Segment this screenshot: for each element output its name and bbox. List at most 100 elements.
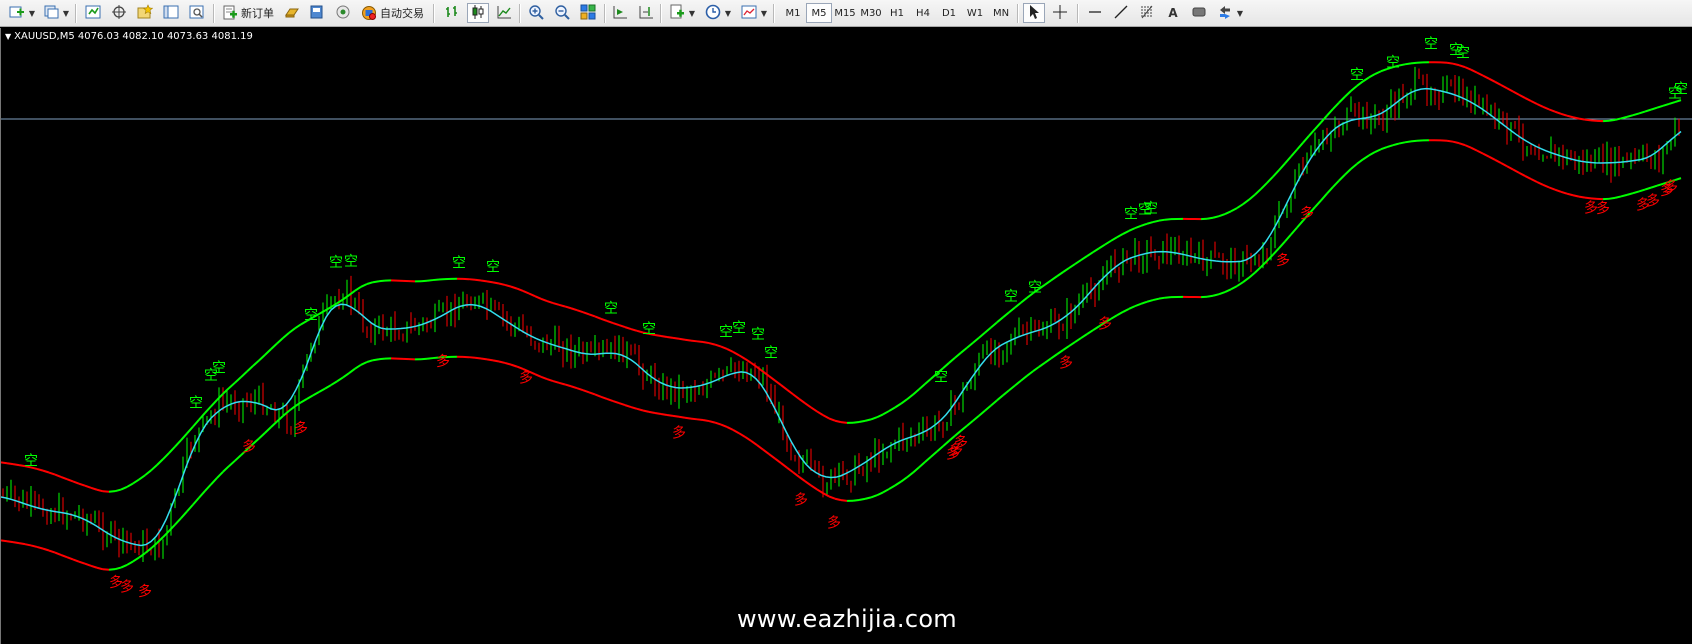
zoom-in-button[interactable]: [525, 3, 547, 23]
signals-button[interactable]: [332, 3, 354, 23]
arrows-tool-button[interactable]: [1214, 3, 1236, 23]
cursor-tool-button[interactable]: [1023, 3, 1045, 23]
periods-button[interactable]: [702, 3, 724, 23]
chart-shift-button[interactable]: [635, 3, 657, 23]
arrows-dropdown[interactable]: ▼: [1236, 3, 1244, 23]
lower-band-line: [1476, 149, 1484, 155]
vertical-line-tool-button[interactable]: [1084, 3, 1106, 23]
upper-band-line: [474, 278, 482, 282]
buy-signal-label: 多: [436, 353, 450, 370]
templates-button[interactable]: [738, 3, 760, 23]
timeframe-d1-button[interactable]: D1: [936, 3, 962, 23]
upper-band-line: [900, 398, 908, 405]
tile-windows-button[interactable]: [577, 3, 599, 23]
auto-scroll-button[interactable]: [609, 3, 631, 23]
crosshair-icon: [1052, 4, 1068, 23]
strategy-tester-button[interactable]: [186, 3, 208, 23]
lower-band-line: [330, 380, 338, 386]
upper-band-line: [732, 351, 740, 357]
lower-band-line: [186, 503, 194, 513]
lower-band-line: [1278, 240, 1286, 249]
sell-signal-label: 空: [344, 254, 358, 270]
upper-band-line: [1296, 142, 1304, 151]
lower-band-line: [972, 414, 980, 422]
timeframe-h4-button[interactable]: H4: [910, 3, 936, 23]
templates-dropdown[interactable]: ▼: [760, 3, 768, 23]
lower-band-line: [1374, 148, 1382, 153]
line-chart-icon: [496, 4, 512, 23]
indicators-button[interactable]: [666, 3, 688, 23]
upper-band-line: [570, 307, 578, 312]
lower-band-line: [768, 453, 776, 460]
lower-band-line: [108, 568, 116, 571]
zoom-out-button[interactable]: [551, 3, 573, 23]
bar-chart-button[interactable]: [441, 3, 463, 23]
lower-band-line: [564, 383, 572, 388]
toolbar-separator: [1077, 4, 1079, 23]
new-chart-button[interactable]: [6, 3, 28, 23]
lower-band-line: [1242, 276, 1250, 284]
price-chart-area[interactable]: ▼ XAUUSD,M5 4076.03 4082.10 4073.63 4081.…: [0, 28, 1692, 644]
upper-band-line: [1236, 203, 1244, 209]
lower-band-line: [1134, 302, 1142, 308]
timeframe-mn-button[interactable]: MN: [988, 3, 1014, 23]
timeframe-h1-button[interactable]: H1: [884, 3, 910, 23]
upper-band-line: [1254, 188, 1262, 196]
history-center-button[interactable]: [281, 3, 303, 23]
upper-band-line: [1044, 279, 1052, 286]
fibonacci-tool-button[interactable]: [1136, 3, 1158, 23]
periods-dropdown[interactable]: ▼: [724, 3, 732, 23]
data-window-button[interactable]: [108, 3, 130, 23]
upper-band-line: [1656, 104, 1664, 109]
upper-band-line: [954, 351, 962, 359]
buy-signal-label: 多: [1664, 178, 1678, 195]
lower-band-line: [840, 499, 848, 502]
timeframe-m1-button[interactable]: M1: [780, 3, 806, 23]
upper-band-line: [132, 478, 140, 485]
lower-band-line: [546, 378, 554, 383]
upper-band-line: [426, 279, 434, 282]
navigator-button[interactable]: [134, 3, 156, 23]
new-chart-dropdown[interactable]: ▼: [28, 3, 36, 23]
candlestick-chart-button[interactable]: [467, 3, 489, 23]
lower-band-line: [1524, 175, 1532, 180]
upper-band-line: [1626, 114, 1634, 118]
upper-band-line: [540, 297, 548, 303]
lower-band-line: [48, 549, 56, 554]
lower-band-line: [480, 357, 488, 361]
line-chart-button[interactable]: [493, 3, 515, 23]
metaeditor-button[interactable]: [306, 3, 328, 23]
upper-band-line: [1506, 87, 1514, 93]
lower-band-line: [1458, 142, 1466, 147]
signal-broadcast-icon: [335, 4, 351, 23]
label-tool-button[interactable]: [1188, 3, 1210, 23]
upper-band-line: [558, 303, 566, 308]
market-watch-button[interactable]: [82, 3, 104, 23]
upper-band-line: [1158, 218, 1166, 222]
timeframe-w1-button[interactable]: W1: [962, 3, 988, 23]
upper-band-line: [1284, 155, 1292, 165]
timeframe-m15-button[interactable]: M15: [832, 3, 858, 23]
trend-line-tool-button[interactable]: [1110, 3, 1132, 23]
lower-band-line: [960, 424, 968, 432]
profiles-button[interactable]: [40, 3, 62, 23]
timeframe-m30-button[interactable]: M30: [858, 3, 884, 23]
text-tool-button[interactable]: A: [1162, 3, 1184, 23]
profiles-dropdown[interactable]: ▼: [62, 3, 70, 23]
lower-band-line: [426, 357, 434, 360]
upper-band-line: [1230, 207, 1238, 213]
indicators-dropdown[interactable]: ▼: [688, 3, 696, 23]
upper-band-line: [1512, 90, 1520, 96]
lower-band-line: [114, 566, 122, 571]
upper-band-line: [1080, 255, 1088, 261]
sell-signal-label: 空: [1424, 37, 1438, 53]
timeframe-m5-button[interactable]: M5: [806, 3, 832, 23]
lower-band-line: [726, 426, 734, 431]
auto-trading-button[interactable]: 自动交易: [358, 3, 427, 23]
upper-band-line: [750, 361, 758, 368]
new-order-button[interactable]: 新订单: [219, 3, 277, 23]
terminal-button[interactable]: [160, 3, 182, 23]
crosshair-tool-button[interactable]: [1049, 3, 1071, 23]
upper-band-line: [822, 414, 830, 420]
lower-band-line: [912, 466, 920, 474]
